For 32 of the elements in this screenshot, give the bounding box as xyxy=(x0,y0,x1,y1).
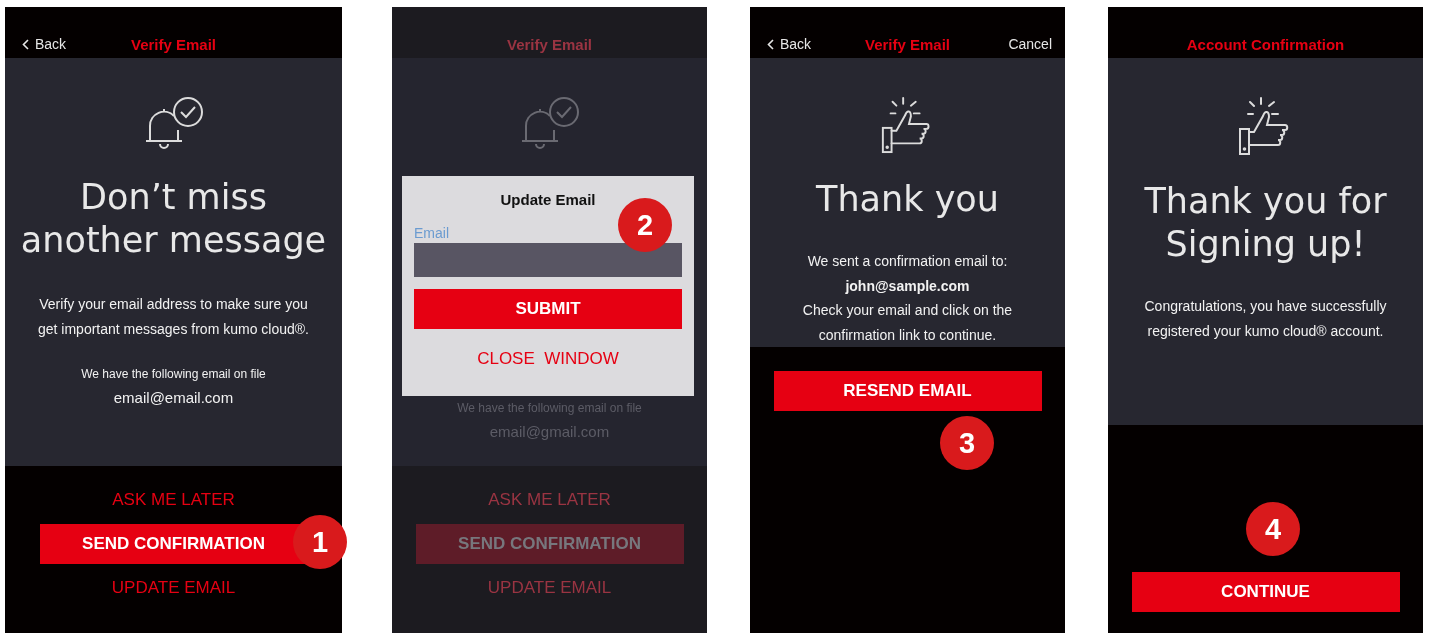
note-text: We have the following email on file xyxy=(81,367,266,381)
screen-title: Account Confirmation xyxy=(1186,36,1345,53)
cancel-link[interactable]: Cancel xyxy=(1008,36,1052,52)
back-link[interactable]: Back xyxy=(22,36,67,52)
back-chevron-icon xyxy=(22,38,29,50)
submit-button[interactable]: SUBMIT xyxy=(414,289,682,329)
message-text: Congratulations, you have successfully registered your kumo cloud® account. xyxy=(1143,297,1388,341)
primary-button[interactable]: RESEND EMAIL xyxy=(773,371,1042,411)
close-window-link[interactable]: CLOSE WINDOW xyxy=(471,348,625,370)
bell-check-icon xyxy=(519,96,580,152)
message-text: We sent a confirmation email to: john@sample.com Check your email and click on the confirmation link to continue. xyxy=(802,252,1013,345)
heading: Don’t miss another message xyxy=(20,176,327,262)
screen-title: Verify Email xyxy=(506,36,593,53)
email-text: email@email.com xyxy=(113,389,234,406)
heading: Thank you xyxy=(816,178,999,221)
step-number-badge: 3 xyxy=(940,416,994,470)
back-chevron-icon xyxy=(767,38,774,50)
back-link[interactable]: Back xyxy=(767,36,812,52)
text-link-button[interactable]: UPDATE EMAIL xyxy=(103,576,244,600)
screen-title: Verify Email xyxy=(130,36,217,53)
primary-button[interactable]: SEND CONFIRMATION xyxy=(415,524,684,564)
step-number-badge: 1 xyxy=(293,515,347,569)
screen-title: Verify Email xyxy=(864,36,951,53)
email-input-field[interactable] xyxy=(414,243,682,277)
message-text: Verify your email address to make sure you get important messages from kumo cloud®. xyxy=(37,295,310,339)
step-number-badge: 4 xyxy=(1246,502,1300,556)
dialog-title: Update Email xyxy=(500,191,596,208)
field-label: Email xyxy=(414,225,449,241)
text-link-button[interactable]: ASK ME LATER xyxy=(104,488,243,512)
bell-check-icon xyxy=(143,96,204,152)
primary-button[interactable]: CONTINUE xyxy=(1131,572,1400,612)
heading: Thank you for Signing up! xyxy=(1144,180,1387,266)
